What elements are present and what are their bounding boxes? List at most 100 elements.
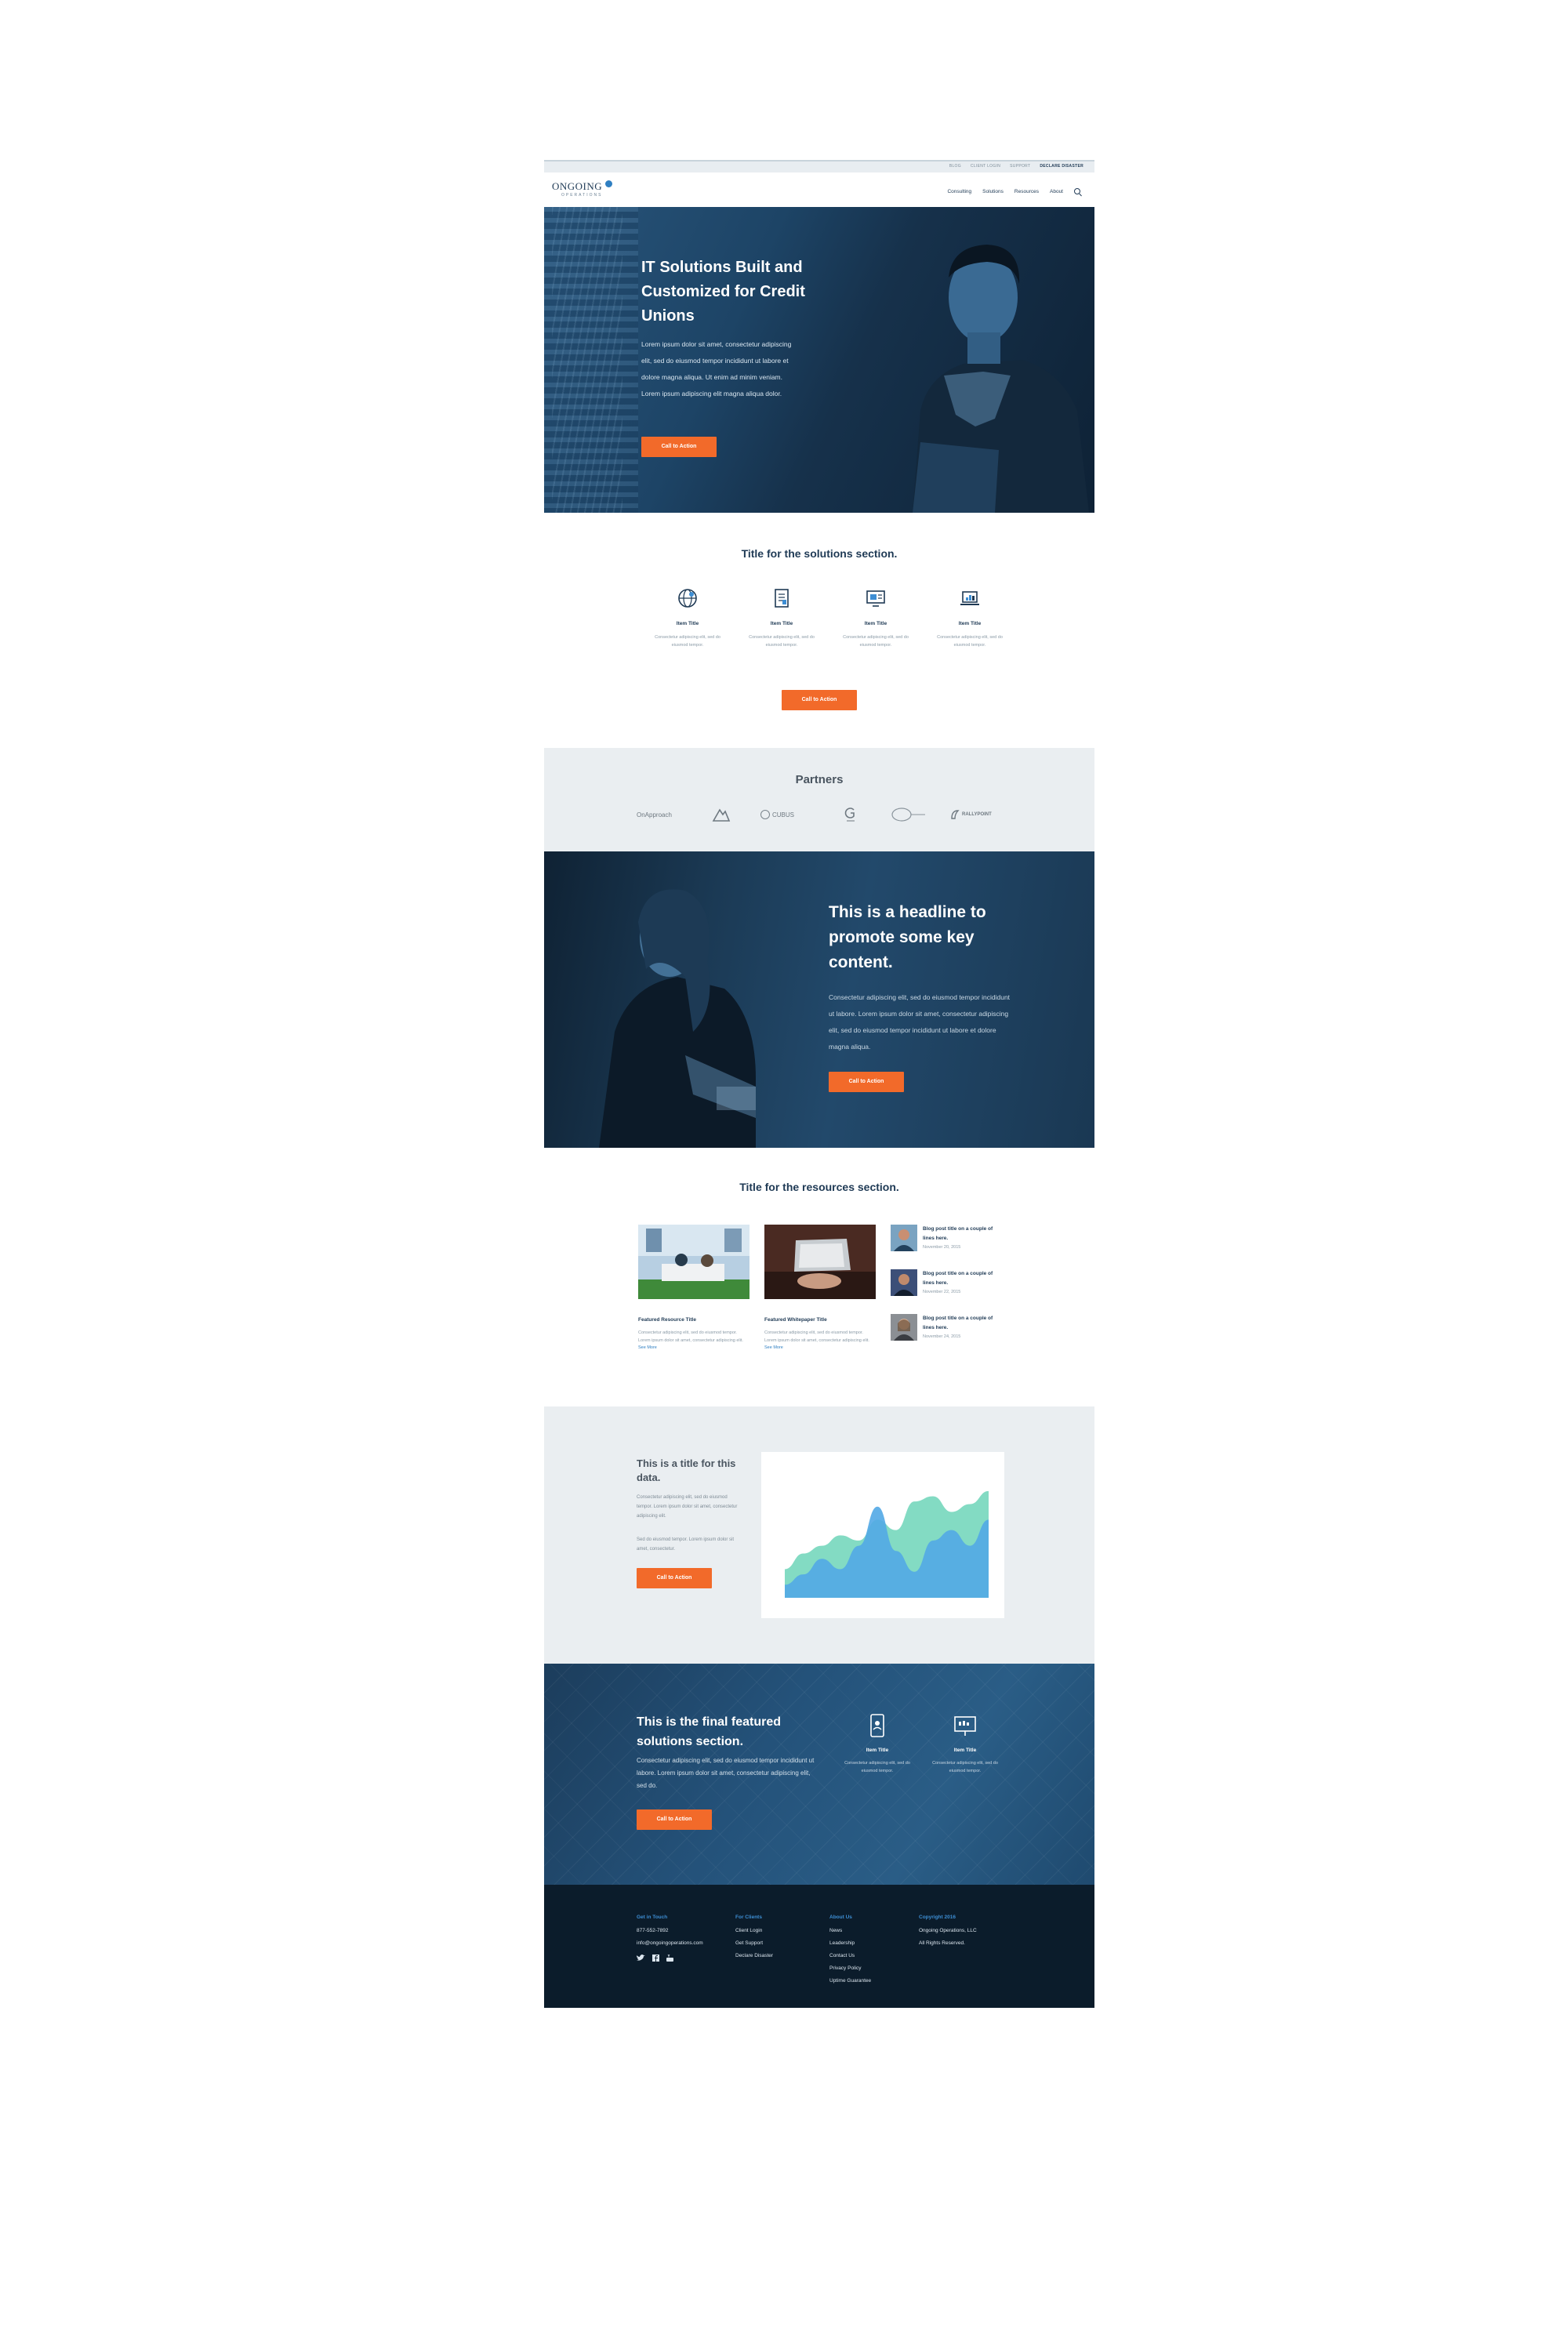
resource-card[interactable]: Featured Whitepaper Title Consectetur ad… <box>764 1225 876 1350</box>
logo-wordmark: ONGOING <box>552 180 603 192</box>
promo-section: This is a headline to promote some key c… <box>544 851 1094 1148</box>
footer-link-uptime-guarantee[interactable]: Uptime Guarantee <box>829 1975 871 1987</box>
see-more-link[interactable]: See More <box>764 1345 876 1350</box>
footer-link-get-support[interactable]: Get Support <box>735 1937 773 1950</box>
blog-post[interactable]: Blog post title on a couple of lines her… <box>891 1225 1000 1256</box>
blog-post-date: November 20, 2015 <box>923 1245 961 1250</box>
nav-item-about[interactable]: About <box>1050 189 1063 194</box>
avatar <box>891 1225 917 1251</box>
footer-contact: Get in Touch 877-552-7892 info@ongoingop… <box>637 1915 703 1962</box>
partner-logo-onapproach: OnApproach <box>637 806 672 823</box>
footer-heading: Copyright 2016 <box>919 1915 956 1920</box>
final-solution-item[interactable]: Item Title Consectetur adipiscing elit, … <box>927 1714 1004 1775</box>
footer: Get in Touch 877-552-7892 info@ongoingop… <box>544 1885 1094 2008</box>
blog-post-title: Blog post title on a couple of lines her… <box>923 1316 993 1330</box>
footer-link-contact-us[interactable]: Contact Us <box>829 1950 871 1962</box>
footer-email[interactable]: info@ongoingoperations.com <box>637 1937 703 1950</box>
footer-link-news[interactable]: News <box>829 1925 871 1937</box>
utility-link-client-login[interactable]: CLIENT LOGIN <box>971 164 1000 169</box>
resource-card-desc: Consectetur adipiscing elit, sed do eius… <box>764 1330 869 1343</box>
partner-logo-text: RALLYPOINT <box>962 812 992 817</box>
mountain-logo-icon <box>712 808 731 822</box>
final-item-title: Item Title <box>953 1748 977 1753</box>
resource-card-title: Featured Whitepaper Title <box>764 1317 827 1323</box>
footer-heading: For Clients <box>735 1915 762 1920</box>
utility-link-declare-disaster[interactable]: DECLARE DISASTER <box>1040 164 1083 169</box>
partner-logos: OnApproach CUBUS RALLYPOINT <box>637 806 1002 823</box>
footer-company: Ongoing Operations, LLC <box>919 1928 977 1933</box>
logo[interactable]: ONGOING OPERATIONS <box>552 180 612 198</box>
area-chart <box>785 1490 989 1598</box>
footer-link-privacy-policy[interactable]: Privacy Policy <box>829 1962 871 1975</box>
resources-title: Title for the resources section. <box>739 1181 899 1193</box>
facebook-icon[interactable] <box>652 1955 659 1962</box>
blog-post-date: November 22, 2015 <box>923 1290 961 1294</box>
footer-rights: All Rights Reserved. <box>919 1940 965 1946</box>
solution-item-title: Item Title <box>958 621 982 626</box>
footer-phone[interactable]: 877-552-7892 <box>637 1925 703 1937</box>
solution-item[interactable]: Item Title Consectetur adipiscing elit, … <box>744 588 819 649</box>
final-body: Consectetur adipiscing elit, sed do eius… <box>637 1757 815 1789</box>
promo-cta-button[interactable]: Call to Action <box>829 1072 904 1092</box>
g-logo-icon <box>844 808 855 822</box>
data-cta-button[interactable]: Call to Action <box>637 1568 712 1588</box>
solution-item[interactable]: Item Title Consectetur adipiscing elit, … <box>932 588 1007 649</box>
partner-logo-text: OnApproach <box>637 811 672 818</box>
resources-section: Title for the resources section. Feature… <box>544 1148 1094 1406</box>
page: BLOG CLIENT LOGIN SUPPORT DECLARE DISAST… <box>544 160 1094 2008</box>
hero-cta-button[interactable]: Call to Action <box>641 437 717 457</box>
monitor-icon <box>866 590 885 607</box>
footer-heading: About Us <box>829 1915 852 1920</box>
footer-copyright: Copyright 2016 Ongoing Operations, LLC A… <box>919 1915 977 1950</box>
twitter-icon[interactable] <box>637 1955 645 1962</box>
utility-link-support[interactable]: SUPPORT <box>1010 164 1030 169</box>
search-icon[interactable] <box>1074 188 1080 194</box>
promo-body: Consectetur adipiscing elit, sed do eius… <box>829 993 1011 1051</box>
partner-logo-rallypoint: RALLYPOINT <box>950 806 992 823</box>
avatar <box>891 1269 917 1296</box>
final-title: This is the final featured solutions sec… <box>637 1715 782 1748</box>
final-cta-button[interactable]: Call to Action <box>637 1809 712 1830</box>
footer-link-client-login[interactable]: Client Login <box>735 1925 773 1937</box>
solutions-cta-button[interactable]: Call to Action <box>782 690 857 710</box>
chart-card <box>761 1452 1004 1618</box>
partner-logo-mountain <box>712 806 731 823</box>
blog-post[interactable]: Blog post title on a couple of lines her… <box>891 1314 1000 1345</box>
see-more-link[interactable]: See More <box>638 1345 750 1350</box>
final-section: This is the final featured solutions sec… <box>544 1664 1094 1885</box>
blog-post[interactable]: Blog post title on a couple of lines her… <box>891 1269 1000 1301</box>
final-solution-item[interactable]: Item Title Consectetur adipiscing elit, … <box>839 1714 916 1775</box>
nav-item-resources[interactable]: Resources <box>1014 189 1039 194</box>
final-item-desc: Consectetur adipiscing elit, sed do eius… <box>844 1761 910 1773</box>
partner-logo-circle <box>891 806 927 823</box>
logo-subtitle: OPERATIONS <box>561 193 603 198</box>
avatar <box>891 1314 917 1341</box>
partner-logo-cubus: CUBUS <box>760 806 794 823</box>
architecture-image <box>544 1664 1094 1885</box>
solution-item[interactable]: Item Title Consectetur adipiscing elit, … <box>650 588 725 649</box>
partner-logo-g <box>844 806 858 823</box>
nav-item-solutions[interactable]: Solutions <box>982 189 1004 194</box>
final-item-desc: Consectetur adipiscing elit, sed do eius… <box>932 1761 998 1773</box>
final-item-title: Item Title <box>866 1748 889 1753</box>
utility-link-blog[interactable]: BLOG <box>949 164 961 169</box>
youtube-icon[interactable] <box>666 1955 673 1962</box>
footer-clients: For Clients Client Login Get Support Dec… <box>735 1915 773 1962</box>
resource-card-desc: Consectetur adipiscing elit, sed do eius… <box>638 1330 743 1343</box>
partners-section: Partners OnApproach CUBUS RALLYPOINT <box>544 748 1094 851</box>
promo-woman-image <box>599 889 756 1148</box>
data-section-body: Consectetur adipiscing elit, sed do eius… <box>637 1495 738 1519</box>
solution-item[interactable]: Item Title Consectetur adipiscing elit, … <box>838 588 913 649</box>
footer-link-leadership[interactable]: Leadership <box>829 1937 871 1950</box>
nav-item-consulting[interactable]: Consulting <box>947 189 971 194</box>
footer-link-declare-disaster[interactable]: Declare Disaster <box>735 1950 773 1962</box>
social-links <box>637 1955 703 1962</box>
partners-title: Partners <box>795 773 844 786</box>
data-section: This is a title for this data. Consectet… <box>544 1406 1094 1664</box>
solution-item-title: Item Title <box>770 621 793 626</box>
cubus-logo-icon <box>760 810 770 819</box>
rallypoint-logo-icon <box>951 810 960 819</box>
blog-post-title: Blog post title on a couple of lines her… <box>923 1271 993 1286</box>
promo-title: This is a headline to promote some key c… <box>829 903 986 971</box>
resource-card[interactable]: Featured Resource Title Consectetur adip… <box>638 1225 750 1350</box>
